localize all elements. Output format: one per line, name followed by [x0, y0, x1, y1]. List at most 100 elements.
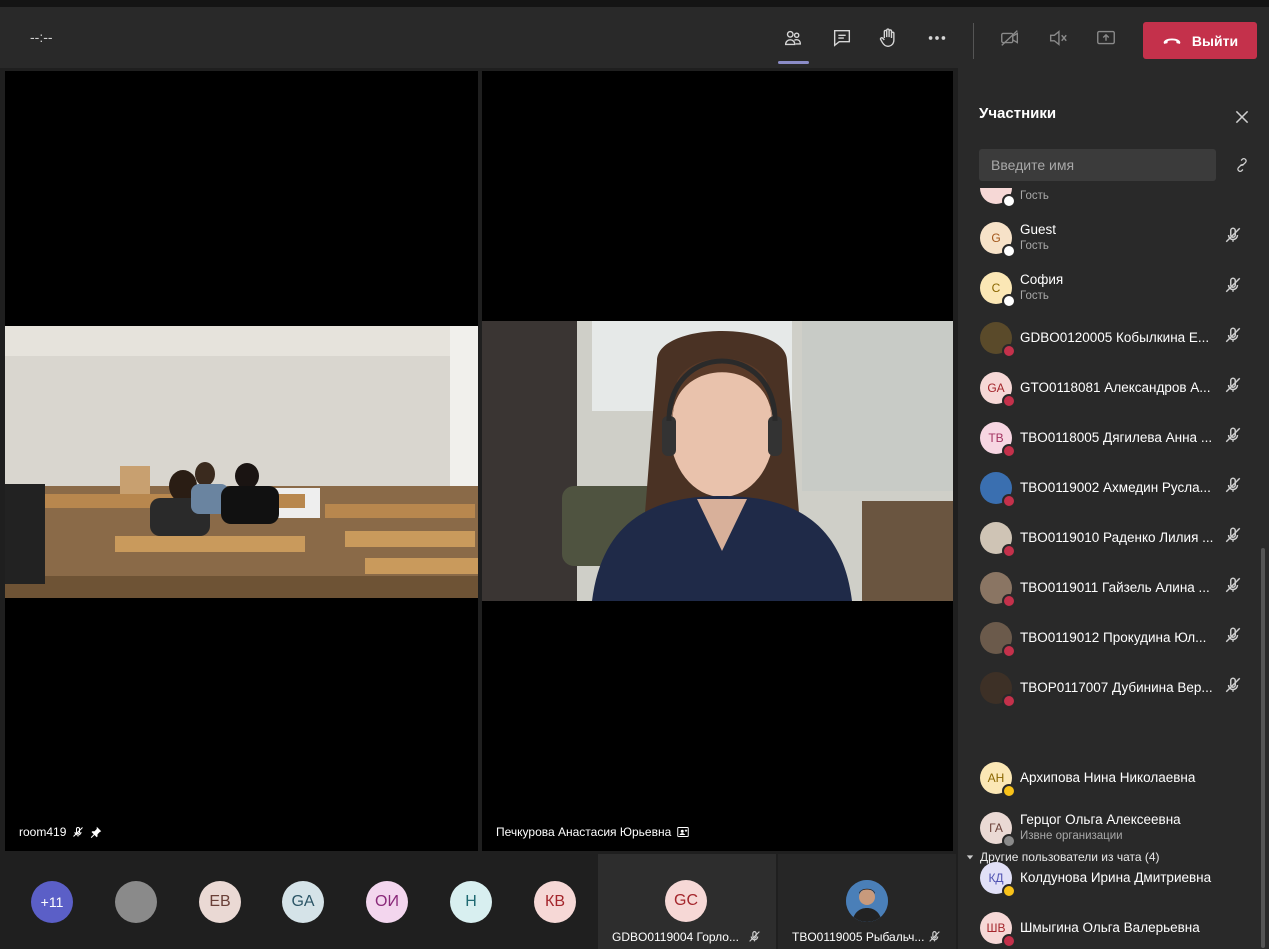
share-screen-icon[interactable]: [1091, 23, 1121, 53]
mic-off-icon: [749, 931, 760, 942]
mic-off-icon: [1224, 376, 1242, 394]
participant-avatar[interactable]: ОИ: [366, 881, 408, 923]
mic-off-icon: [1224, 226, 1242, 244]
mic-off-icon: [73, 826, 84, 837]
share-link-icon[interactable]: [1233, 156, 1251, 174]
hang-up-icon: [1163, 38, 1181, 44]
presence-status: [1002, 884, 1016, 898]
participants-active-indicator: [778, 61, 809, 64]
mic-off-icon: [929, 931, 940, 942]
presence-status: [1002, 594, 1016, 608]
participant-row[interactable]: G Guest Гость: [958, 218, 1269, 268]
participant-name: София: [1020, 272, 1064, 287]
participant-avatar[interactable]: GA: [282, 881, 324, 923]
room-video: [5, 326, 478, 598]
presence-status: [1002, 784, 1016, 798]
participants-panel: Участники Введите имя Гость Другие польз…: [958, 68, 1269, 949]
chat-icon[interactable]: [827, 23, 857, 53]
participant-name: TBO0119010 Раденко Лилия ...: [1020, 530, 1214, 545]
participant-avatar[interactable]: Н: [450, 881, 492, 923]
participant-row[interactable]: Гость: [958, 188, 1269, 218]
participant-subtitle: Гость: [1020, 190, 1049, 202]
participant-name: Архипова Нина Николаевна: [1020, 770, 1196, 785]
participant-name: TBO0118005 Дягилева Анна ...: [1020, 430, 1213, 445]
speaker-muted-icon[interactable]: [1043, 23, 1073, 53]
participant-row[interactable]: КД Колдунова Ирина Дмитриевна: [958, 858, 1269, 908]
participant-subtitle: Гость: [1020, 240, 1049, 252]
mic-off-icon: [1224, 426, 1242, 444]
participant-avatar[interactable]: КВ: [534, 881, 576, 923]
participant-name: Герцог Ольга Алексеевна: [1020, 812, 1181, 827]
presence-status: [1002, 194, 1016, 208]
participant-card[interactable]: GC GDBO0119004 Горло...: [598, 854, 776, 949]
video-tile-room419[interactable]: room419: [5, 71, 478, 851]
panel-scrollbar[interactable]: [1261, 548, 1265, 948]
participant-row[interactable]: ГА Герцог Ольга Алексеевна Извне организац…: [958, 808, 1269, 858]
organizer-badge-icon: [677, 827, 690, 837]
presence-status: [1002, 294, 1016, 308]
presence-status: [1002, 394, 1016, 408]
participant-row[interactable]: TBO0119012 Прокудина Юл...: [958, 618, 1269, 668]
participant-avatar[interactable]: ЕВ: [199, 881, 241, 923]
participant-card[interactable]: TBO0119005 Рыбальч...: [778, 854, 956, 949]
participant-subtitle: Гость: [1020, 290, 1049, 302]
tile-label: room419: [19, 825, 67, 839]
close-icon[interactable]: [1233, 108, 1251, 126]
leave-button[interactable]: Выйти: [1143, 22, 1257, 59]
participant-avatar: GC: [665, 880, 707, 922]
participant-name: Шмыгина Ольга Валерьевна: [1020, 920, 1200, 935]
presence-status: [1002, 494, 1016, 508]
presence-status: [1002, 934, 1016, 948]
participant-video: [482, 321, 953, 601]
toolbar-divider: [973, 23, 974, 59]
participant-row[interactable]: TBOP0117007 Дубинина Вер...: [958, 668, 1269, 718]
video-tile-pechkurova[interactable]: Печкурова Анастасия Юрьевна: [482, 71, 953, 851]
participant-row[interactable]: GDBO0120005 Кобылкина Е...: [958, 318, 1269, 368]
participant-row[interactable]: ТВ TBO0118005 Дягилева Анна ...: [958, 418, 1269, 468]
raise-hand-icon[interactable]: [873, 23, 903, 53]
pin-icon: [91, 826, 102, 838]
presence-status: [1002, 644, 1016, 658]
call-timer: --:--: [30, 29, 53, 45]
mic-off-icon: [1224, 476, 1242, 494]
participant-list: Гость Другие пользователи из чата (4) GG…: [958, 188, 1269, 949]
tile-label: Печкурова Анастасия Юрьевна: [496, 825, 672, 839]
participant-row[interactable]: TBO0119011 Гайзель Алина ...: [958, 568, 1269, 618]
participant-card-name: GDBO0119004 Горло...: [612, 930, 739, 944]
participant-name: GDBO0120005 Кобылкина Е...: [1020, 330, 1210, 345]
mic-off-icon: [1224, 626, 1242, 644]
participant-row[interactable]: С София Гость: [958, 268, 1269, 318]
tile-name-pechkurova: Печкурова Анастасия Юрьевна: [496, 825, 690, 839]
participant-row[interactable]: GA GTO0118081 Александров А...: [958, 368, 1269, 418]
participant-avatar[interactable]: [115, 881, 157, 923]
participant-strip: +11 ЕВ GA ОИ Н КВ GC GDBO0119004 Горло..…: [0, 854, 958, 949]
presence-status: [1002, 834, 1016, 848]
participant-row[interactable]: ШВ Шмыгина Ольга Валерьевна: [958, 908, 1269, 949]
mic-off-icon: [1224, 326, 1242, 344]
more-options-icon[interactable]: [922, 23, 952, 53]
participants-icon[interactable]: [778, 23, 808, 53]
presence-status: [1002, 694, 1016, 708]
camera-off-icon[interactable]: [995, 23, 1025, 53]
more-participants-button[interactable]: +11: [31, 881, 73, 923]
presence-status: [1002, 244, 1016, 258]
tile-name-room419: room419: [19, 825, 102, 839]
presence-status: [1002, 444, 1016, 458]
participant-row[interactable]: TBO0119010 Раденко Лилия ...: [958, 518, 1269, 568]
participant-row[interactable]: АН Архипова Нина Николаевна: [958, 758, 1269, 808]
participant-name: Колдунова Ирина Дмитриевна: [1020, 870, 1212, 885]
mic-off-icon: [1224, 526, 1242, 544]
participant-row[interactable]: TBO0119002 Ахмедин Русла...: [958, 468, 1269, 518]
mic-off-icon: [1224, 676, 1242, 694]
presence-status: [1002, 544, 1016, 558]
leave-label: Выйти: [1191, 32, 1239, 49]
mic-off-icon: [1224, 576, 1242, 594]
participant-name: TBO0119012 Прокудина Юл...: [1020, 630, 1207, 645]
participant-subtitle: Извне организации: [1020, 830, 1123, 842]
panel-title: Участники: [979, 105, 1057, 122]
participant-name: GTO0118081 Александров А...: [1020, 380, 1211, 395]
presence-status: [1002, 344, 1016, 358]
participant-name: TBO0119011 Гайзель Алина ...: [1020, 580, 1210, 595]
participant-name: TBOP0117007 Дубинина Вер...: [1020, 680, 1213, 695]
search-input[interactable]: Введите имя: [979, 149, 1216, 181]
